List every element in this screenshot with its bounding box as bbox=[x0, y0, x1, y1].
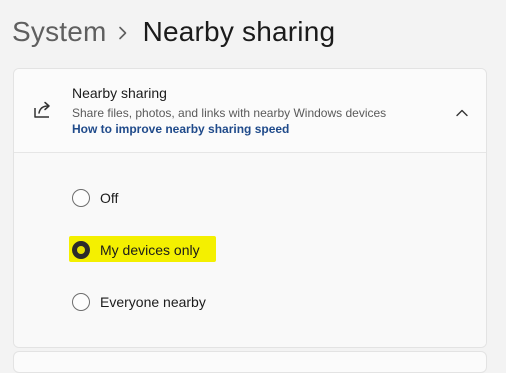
improve-speed-link[interactable]: How to improve nearby sharing speed bbox=[72, 122, 289, 136]
radio-button-selected[interactable] bbox=[72, 241, 90, 259]
radio-option-my-devices-only[interactable]: My devices only bbox=[70, 237, 200, 263]
radio-option-off[interactable]: Off bbox=[70, 185, 118, 211]
breadcrumb: System Nearby sharing bbox=[12, 12, 335, 52]
sharing-options-group: Off My devices only Everyone nearby bbox=[14, 153, 486, 347]
chevron-right-icon bbox=[107, 12, 143, 52]
next-settings-card[interactable] bbox=[13, 351, 487, 373]
nearby-sharing-description: Share files, photos, and links with near… bbox=[72, 106, 387, 120]
page-title: Nearby sharing bbox=[142, 16, 336, 47]
radio-label-my-devices-only: My devices only bbox=[100, 242, 200, 258]
radio-label-everyone-nearby: Everyone nearby bbox=[100, 294, 206, 310]
radio-button[interactable] bbox=[72, 293, 90, 311]
nearby-sharing-header[interactable]: Nearby sharing Share files, photos, and … bbox=[14, 69, 486, 153]
radio-label-off: Off bbox=[100, 190, 119, 206]
chevron-up-icon[interactable] bbox=[455, 105, 469, 117]
radio-option-everyone-nearby[interactable]: Everyone nearby bbox=[70, 289, 206, 315]
share-icon bbox=[32, 99, 54, 121]
breadcrumb-system-link[interactable]: System bbox=[12, 16, 107, 48]
radio-button[interactable] bbox=[72, 189, 90, 207]
nearby-sharing-title: Nearby sharing bbox=[72, 85, 167, 101]
nearby-sharing-card: Nearby sharing Share files, photos, and … bbox=[13, 68, 487, 348]
